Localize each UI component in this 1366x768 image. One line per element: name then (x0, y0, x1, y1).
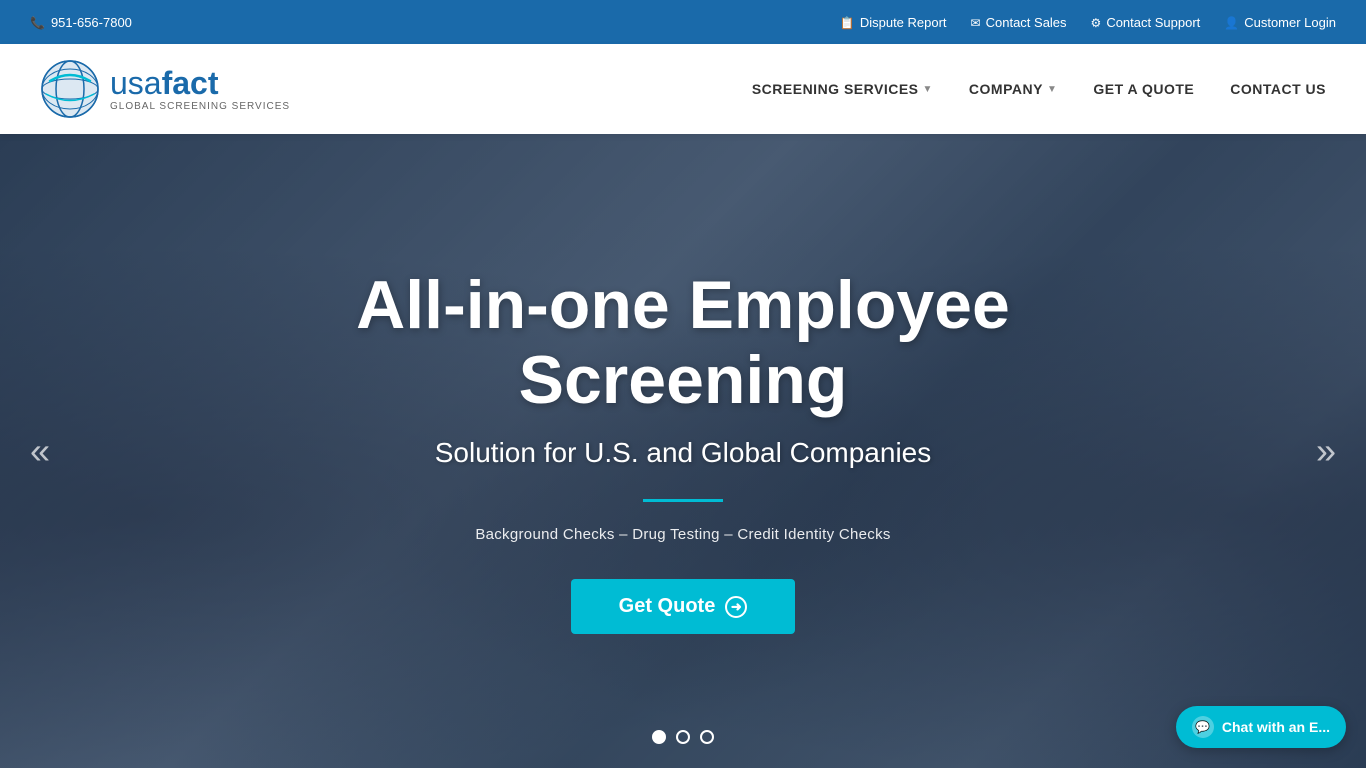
logo-usa-normal: usa (110, 65, 162, 101)
support-icon (1091, 15, 1102, 30)
phone-number: 951-656-7800 (51, 15, 132, 30)
nav-contact-label: CONTACT US (1230, 81, 1326, 97)
carousel-dots (652, 730, 714, 744)
nav-screening-label: SCREENING SERVICES (752, 81, 919, 97)
topbar-links: Dispute Report Contact Sales Contact Sup… (840, 15, 1336, 30)
hero-subtitle: Solution for U.S. and Global Companies (253, 437, 1113, 469)
carousel-dot-2[interactable] (676, 730, 690, 744)
carousel-dot-3[interactable] (700, 730, 714, 744)
contact-support-link[interactable]: Contact Support (1091, 15, 1201, 30)
dispute-report-link[interactable]: Dispute Report (840, 15, 947, 30)
topbar: 951-656-7800 Dispute Report Contact Sale… (0, 0, 1366, 44)
document-icon (840, 15, 855, 30)
contact-sales-label: Contact Sales (986, 15, 1067, 30)
hero-section: « All-in-one Employee Screening Solution… (0, 134, 1366, 768)
nav-links: SCREENING SERVICES ▼ COMPANY ▼ GET A QUO… (752, 81, 1326, 97)
nav-contact-us[interactable]: CONTACT US (1230, 81, 1326, 97)
next-arrow-icon: » (1316, 430, 1336, 471)
nav-screening-services[interactable]: SCREENING SERVICES ▼ (752, 81, 933, 97)
dispute-report-label: Dispute Report (860, 15, 947, 30)
nav-company[interactable]: COMPANY ▼ (969, 81, 1057, 97)
chat-label: Chat with an E... (1222, 719, 1330, 735)
get-quote-arrow-icon: ➜ (725, 596, 747, 618)
user-icon (1224, 15, 1239, 30)
logo-tagline: GLOBAL SCREENING SERVICES (110, 101, 290, 112)
prev-arrow-icon: « (30, 430, 50, 471)
chat-icon: 💬 (1192, 716, 1214, 738)
topbar-phone: 951-656-7800 (30, 15, 132, 30)
customer-login-link[interactable]: Customer Login (1224, 15, 1336, 30)
carousel-prev-button[interactable]: « (20, 420, 60, 482)
logo[interactable]: usafact GLOBAL SCREENING SERVICES (40, 59, 290, 119)
nav-quote-label: GET A QUOTE (1093, 81, 1194, 97)
chat-widget[interactable]: 💬 Chat with an E... (1176, 706, 1346, 748)
phone-icon (30, 15, 45, 30)
get-quote-button[interactable]: Get Quote ➜ (571, 579, 796, 634)
hero-services-text: Background Checks – Drug Testing – Credi… (253, 526, 1113, 543)
get-quote-label: Get Quote (619, 595, 716, 618)
hero-content: All-in-one Employee Screening Solution f… (233, 268, 1133, 635)
carousel-next-button[interactable]: » (1306, 420, 1346, 482)
nav-get-a-quote[interactable]: GET A QUOTE (1093, 81, 1194, 97)
hero-title: All-in-one Employee Screening (253, 268, 1113, 418)
contact-sales-link[interactable]: Contact Sales (971, 15, 1067, 30)
contact-support-label: Contact Support (1106, 15, 1200, 30)
logo-globe-icon (40, 59, 100, 119)
nav-company-label: COMPANY (969, 81, 1043, 97)
navbar: usafact GLOBAL SCREENING SERVICES SCREEN… (0, 44, 1366, 134)
screening-dropdown-icon: ▼ (923, 84, 933, 95)
carousel-dot-1[interactable] (652, 730, 666, 744)
company-dropdown-icon: ▼ (1047, 84, 1057, 95)
customer-login-label: Customer Login (1244, 15, 1336, 30)
hero-divider (643, 499, 723, 502)
logo-text: usafact GLOBAL SCREENING SERVICES (110, 66, 290, 112)
logo-fact-bold: fact (162, 65, 219, 101)
logo-usa: usafact (110, 66, 219, 101)
mail-icon (971, 15, 981, 30)
